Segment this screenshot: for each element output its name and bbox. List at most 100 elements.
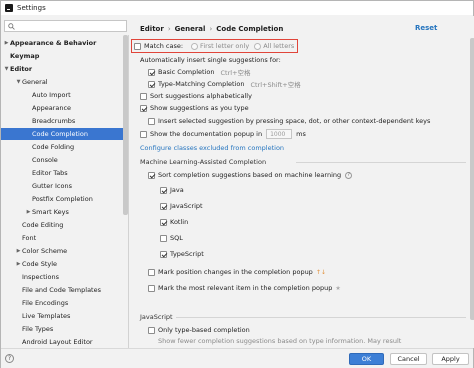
sort-alpha-checkbox[interactable] bbox=[140, 92, 147, 100]
sidebar-item-code-folding[interactable]: Code Folding bbox=[1, 141, 123, 153]
first-letter-label: First letter only bbox=[200, 42, 250, 50]
ml-section-title: Machine Learning-Assisted Completion bbox=[140, 158, 267, 166]
sidebar-item-label: Postfix Completion bbox=[32, 195, 93, 203]
sidebar-item-label: Editor Tabs bbox=[32, 169, 68, 177]
only-type-based-checkbox[interactable] bbox=[148, 326, 155, 334]
sidebar-item-appearance[interactable]: Appearance bbox=[1, 102, 123, 114]
chevron-down-icon[interactable]: ▼ bbox=[3, 66, 10, 72]
configure-excluded-link[interactable]: Configure classes excluded from completi… bbox=[140, 144, 284, 152]
sidebar-item-code-style[interactable]: ▶ Code Style bbox=[1, 258, 123, 270]
doc-popup-row: Show the documentation popup in 1000 ms bbox=[140, 129, 306, 139]
first-letter-radio[interactable] bbox=[191, 42, 199, 50]
sidebar-item-font[interactable]: Font bbox=[1, 232, 123, 244]
doc-popup-delay-input[interactable]: 1000 bbox=[266, 129, 293, 139]
chevron-right-icon[interactable]: ▶ bbox=[15, 248, 22, 254]
ml-lang-typescript-label: TypeScript bbox=[170, 250, 204, 258]
match-case-checkbox[interactable] bbox=[134, 42, 141, 50]
sidebar-item-editor[interactable]: ▼ Editor bbox=[1, 63, 123, 75]
mark-relevant-label: Mark the most relevant item in the compl… bbox=[158, 284, 333, 292]
insert-selected-checkbox[interactable] bbox=[148, 117, 155, 125]
ml-lang-javascript-checkbox[interactable] bbox=[160, 202, 167, 210]
mark-relevant-row: Mark the most relevant item in the compl… bbox=[148, 284, 341, 292]
doc-popup-ms-label: ms bbox=[296, 130, 306, 138]
sidebar-item-label: Code Completion bbox=[32, 130, 88, 138]
type-matching-checkbox[interactable] bbox=[148, 80, 155, 88]
ml-lang-kotlin-label: Kotlin bbox=[170, 218, 189, 226]
settings-content: Editor › General › Code Completion Reset… bbox=[130, 16, 474, 348]
sort-alpha-row: Sort suggestions alphabetically bbox=[140, 92, 252, 100]
ok-button[interactable]: OK bbox=[349, 353, 384, 365]
sidebar-item-color-scheme[interactable]: ▶ Color Scheme bbox=[1, 245, 123, 257]
content-scrollbar[interactable] bbox=[470, 38, 474, 320]
sidebar-item-general[interactable]: ▼ General bbox=[1, 76, 123, 88]
ml-lang-sql-checkbox[interactable] bbox=[160, 234, 167, 242]
sidebar-item-console[interactable]: Console bbox=[1, 154, 123, 166]
ml-lang-java-label: Java bbox=[170, 186, 184, 194]
show-as-you-type-checkbox[interactable] bbox=[140, 104, 147, 112]
ml-lang-java-checkbox[interactable] bbox=[160, 186, 167, 194]
sidebar-item-label: File Encodings bbox=[22, 299, 69, 307]
chevron-right-icon[interactable]: ▶ bbox=[3, 40, 10, 46]
sidebar-item-label: Console bbox=[32, 156, 58, 164]
ml-sort-checkbox[interactable] bbox=[148, 171, 155, 179]
sidebar-item-file-types[interactable]: File Types bbox=[1, 323, 123, 335]
insert-selected-row: Insert selected suggestion by pressing s… bbox=[148, 117, 430, 125]
sidebar-item-editor-tabs[interactable]: Editor Tabs bbox=[1, 167, 123, 179]
match-case-label: Match case: bbox=[144, 42, 184, 50]
search-input[interactable] bbox=[18, 22, 118, 30]
sidebar-item-label: File and Code Templates bbox=[22, 286, 101, 294]
basic-completion-shortcut: Ctrl+空格 bbox=[220, 69, 251, 77]
mark-relevant-checkbox[interactable] bbox=[148, 284, 155, 292]
sidebar-item-auto-import[interactable]: Auto Import bbox=[1, 89, 123, 101]
sidebar-item-live-templates[interactable]: Live Templates bbox=[1, 310, 123, 322]
settings-window: Settings ▶ Appearance & Behavior Keymap ▼… bbox=[0, 0, 474, 368]
ml-lang-kotlin-checkbox[interactable] bbox=[160, 218, 167, 226]
all-letters-radio[interactable] bbox=[254, 42, 262, 50]
breadcrumb: Editor › General › Code Completion bbox=[140, 25, 283, 33]
cancel-button[interactable]: Cancel bbox=[390, 353, 427, 365]
sidebar-item-android-layout-editor[interactable]: Android Layout Editor bbox=[1, 336, 123, 348]
only-type-based-row: Only type-based completion bbox=[148, 326, 250, 334]
chevron-right-icon[interactable]: ▶ bbox=[25, 209, 32, 215]
ml-lang-typescript-checkbox[interactable] bbox=[160, 250, 167, 258]
chevron-down-icon[interactable]: ▼ bbox=[15, 79, 22, 85]
ml-lang-sql-row: SQL bbox=[160, 234, 183, 242]
sidebar-item-breadcrumbs[interactable]: Breadcrumbs bbox=[1, 115, 123, 127]
reset-link[interactable]: Reset bbox=[415, 24, 437, 32]
ml-lang-java-row: Java bbox=[160, 186, 184, 194]
sidebar-item-label: Auto Import bbox=[32, 91, 71, 99]
chevron-right-icon[interactable]: ▶ bbox=[15, 261, 22, 267]
sidebar-item-file-code-templates[interactable]: File and Code Templates bbox=[1, 284, 123, 296]
breadcrumb-separator: › bbox=[167, 25, 171, 33]
show-as-you-type-row: Show suggestions as you type bbox=[140, 104, 249, 112]
sidebar-item-gutter-icons[interactable]: Gutter Icons bbox=[1, 180, 123, 192]
doc-popup-label: Show the documentation popup in bbox=[150, 130, 263, 138]
only-type-based-hint-text: Show fewer completion suggestions based … bbox=[158, 337, 402, 345]
sidebar-scrollbar[interactable] bbox=[123, 35, 128, 215]
javascript-section-title: JavaScript bbox=[140, 313, 173, 321]
sidebar-item-postfix-completion[interactable]: Postfix Completion bbox=[1, 193, 123, 205]
basic-completion-checkbox[interactable] bbox=[148, 68, 155, 76]
sidebar-item-label: Inspections bbox=[22, 273, 59, 281]
position-change-icon: ↑↓ bbox=[315, 268, 326, 276]
apply-button[interactable]: Apply bbox=[432, 353, 469, 365]
breadcrumb-general: General bbox=[174, 25, 206, 33]
help-icon[interactable]: ? bbox=[5, 354, 14, 363]
sidebar-item-keymap[interactable]: Keymap bbox=[1, 50, 123, 62]
ml-section-divider bbox=[296, 162, 466, 163]
search-icon bbox=[8, 22, 15, 30]
mark-position-checkbox[interactable] bbox=[148, 268, 155, 276]
sidebar-item-inspections[interactable]: Inspections bbox=[1, 271, 123, 283]
settings-search[interactable] bbox=[4, 20, 127, 32]
sidebar-item-code-editing[interactable]: Code Editing bbox=[1, 219, 123, 231]
sidebar-item-label: General bbox=[22, 78, 48, 86]
sidebar-item-code-completion[interactable]: Code Completion bbox=[1, 128, 123, 140]
sidebar-item-file-encodings[interactable]: File Encodings bbox=[1, 297, 123, 309]
ml-lang-javascript-row: JavaScript bbox=[160, 202, 203, 210]
ml-sort-row: Sort completion suggestions based on mac… bbox=[148, 171, 353, 179]
insert-selected-label: Insert selected suggestion by pressing s… bbox=[158, 117, 431, 125]
sidebar-item-smart-keys[interactable]: ▶ Smart Keys bbox=[1, 206, 123, 218]
doc-popup-checkbox[interactable] bbox=[140, 130, 147, 138]
sidebar-item-appearance-behavior[interactable]: ▶ Appearance & Behavior bbox=[1, 37, 123, 49]
breadcrumb-code-completion: Code Completion bbox=[216, 25, 284, 33]
